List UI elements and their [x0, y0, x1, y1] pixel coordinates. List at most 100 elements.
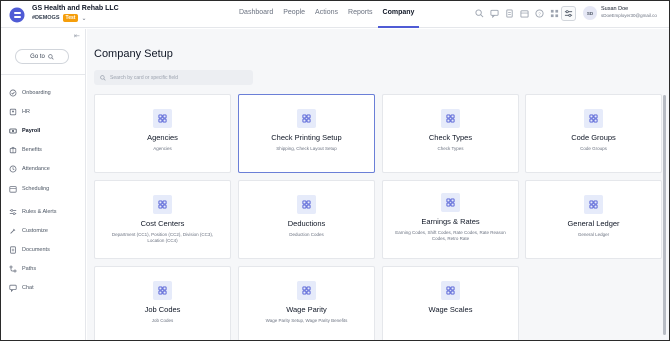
- card-description: Agencies: [153, 146, 172, 151]
- card-grid-icon: [441, 281, 460, 300]
- card-grid-icon: [153, 109, 172, 128]
- sidebar-item-onboarding[interactable]: Onboarding: [9, 83, 81, 102]
- nav-actions[interactable]: Actions: [310, 1, 343, 28]
- sidebar-item-payroll[interactable]: Payroll: [9, 121, 81, 140]
- search-placeholder: Search by card or specific field: [110, 74, 179, 81]
- company-switcher[interactable]: GS Health and Rehab LLC #DEMOGS Test ⌄: [32, 5, 119, 22]
- card-description: Wage Parity Setup, Wage Parity Benefits: [265, 318, 348, 323]
- page-title: Company Setup: [94, 48, 173, 60]
- card-grid-icon: [297, 281, 316, 300]
- card-wage-parity[interactable]: Wage Parity Wage Parity Setup, Wage Pari…: [238, 266, 375, 340]
- sidebar-item-label: Rules & Alerts: [22, 208, 57, 215]
- sidebar-item-label: HR: [22, 108, 30, 115]
- help-icon[interactable]: ?: [534, 8, 544, 18]
- nav-company[interactable]: Company: [377, 1, 420, 28]
- sidebar-item-benefits[interactable]: Benefits: [9, 141, 81, 160]
- card-cost-centers[interactable]: Cost Centers Department (CC1), Position …: [94, 180, 231, 259]
- sidebar-item-label: Attendance: [22, 166, 50, 173]
- company-name: GS Health and Rehab LLC: [32, 5, 119, 12]
- header-tools: ?: [474, 8, 559, 18]
- search-input[interactable]: Search by card or specific field: [94, 70, 253, 85]
- card-title: Check Printing Setup: [271, 133, 342, 142]
- sidebar-item-attendance[interactable]: Attendance: [9, 160, 81, 179]
- document-icon[interactable]: [504, 8, 514, 18]
- svg-text:?: ?: [538, 11, 541, 16]
- sidebar-item-scheduling[interactable]: Scheduling: [9, 179, 81, 198]
- sidebar-item-customize[interactable]: Customize: [9, 221, 81, 240]
- sidebar-item-rules-alerts[interactable]: Rules & Alerts: [9, 202, 81, 221]
- card-grid-icon: [584, 109, 603, 128]
- nav-reports[interactable]: Reports: [343, 1, 378, 28]
- onboarding-icon: [9, 89, 17, 97]
- customize-icon: [9, 227, 17, 235]
- company-meta: #DEMOGS Test ⌄: [32, 14, 119, 22]
- card-grid-icon: [441, 193, 460, 212]
- chevron-down-icon[interactable]: ⌄: [81, 15, 86, 22]
- sidebar-item-label: Onboarding: [22, 89, 51, 96]
- card-check-printing-setup[interactable]: Check Printing Setup Shipping, Check Lay…: [238, 94, 375, 173]
- sidebar-menu: Onboarding HR Payroll Benefits Attendanc…: [9, 83, 81, 298]
- nav-people[interactable]: People: [278, 1, 310, 28]
- card-title: Agencies: [147, 133, 178, 142]
- nav-dashboard[interactable]: Dashboard: [234, 1, 278, 28]
- card-wage-scales[interactable]: Wage Scales: [382, 266, 519, 340]
- company-code: #DEMOGS: [32, 15, 60, 21]
- grid-icon[interactable]: [549, 8, 559, 18]
- user-name: Susan Doe: [601, 6, 629, 12]
- card-title: General Ledger: [567, 219, 620, 228]
- card-description: Deduction Codes: [289, 232, 324, 237]
- sidebar-item-documents[interactable]: Documents: [9, 241, 81, 260]
- sidebar-item-label: Payroll: [22, 127, 41, 134]
- card-deductions[interactable]: Deductions Deduction Codes: [238, 180, 375, 259]
- documents-icon: [9, 246, 17, 254]
- scrollbar[interactable]: [663, 95, 666, 335]
- collapse-sidebar-icon[interactable]: ⇤: [74, 32, 80, 40]
- user-info[interactable]: Susan Doe sDoeEmployer30@gmail.co: [601, 6, 657, 18]
- sidebar-item-label: Paths: [22, 266, 37, 273]
- sidebar-item-label: Benefits: [22, 147, 42, 154]
- sidebar-item-chat[interactable]: Chat: [9, 279, 81, 298]
- sliders-icon: [564, 10, 573, 17]
- paths-icon: [9, 265, 17, 273]
- goto-button[interactable]: Go to: [15, 49, 69, 64]
- app-window: GS Health and Rehab LLC #DEMOGS Test ⌄ D…: [0, 0, 670, 341]
- company-name-text: GS Health and Rehab LLC: [32, 5, 119, 12]
- calendar-icon[interactable]: [519, 8, 529, 18]
- search-icon[interactable]: [474, 8, 484, 18]
- settings-toggle-button[interactable]: [561, 6, 576, 21]
- card-earnings-rates[interactable]: Earnings & Rates Earning Codes, Shift Co…: [382, 180, 519, 259]
- card-title: Cost Centers: [140, 219, 185, 228]
- search-icon: [48, 53, 54, 60]
- hr-icon: [9, 108, 17, 116]
- card-description: Job Codes: [151, 318, 174, 323]
- avatar[interactable]: SD: [583, 6, 597, 20]
- card-description: Earning Codes, Shift Codes, Rate Codes, …: [395, 230, 506, 241]
- card-agencies[interactable]: Agencies Agencies: [94, 94, 231, 173]
- card-grid-icon: [153, 281, 172, 300]
- card-title: Earnings & Rates: [421, 217, 480, 226]
- card-check-types[interactable]: Check Types Check Types: [382, 94, 519, 173]
- card-job-codes[interactable]: Job Codes Job Codes: [94, 266, 231, 340]
- card-title: Check Types: [428, 133, 473, 142]
- card-description: General Ledger: [577, 232, 610, 237]
- sidebar-item-label: Scheduling: [22, 185, 50, 192]
- chat-icon: [9, 284, 17, 293]
- main-content: Company Setup Search by card or specific…: [87, 29, 669, 340]
- sidebar-item-paths[interactable]: Paths: [9, 260, 81, 279]
- sidebar-item-hr[interactable]: HR: [9, 102, 81, 121]
- chat-icon[interactable]: [489, 8, 499, 18]
- top-bar: GS Health and Rehab LLC #DEMOGS Test ⌄ D…: [1, 1, 669, 28]
- app-logo-icon[interactable]: [9, 7, 25, 23]
- card-grid-icon: [441, 109, 460, 128]
- card-grid-icon: [297, 195, 316, 214]
- card-code-groups[interactable]: Code Groups Code Groups: [525, 94, 662, 173]
- card-title: Wage Scales: [428, 305, 473, 314]
- card-grid-icon: [153, 195, 172, 214]
- attendance-icon: [9, 165, 17, 173]
- card-general-ledger[interactable]: General Ledger General Ledger: [525, 180, 662, 259]
- benefits-icon: [9, 146, 17, 154]
- card-title: Code Groups: [571, 133, 616, 142]
- card-description: Department (CC1), Position (CC2), Divisi…: [111, 232, 214, 243]
- user-email: sDoeEmployer30@gmail.co: [601, 13, 657, 18]
- sidebar-item-label: Chat: [22, 285, 34, 292]
